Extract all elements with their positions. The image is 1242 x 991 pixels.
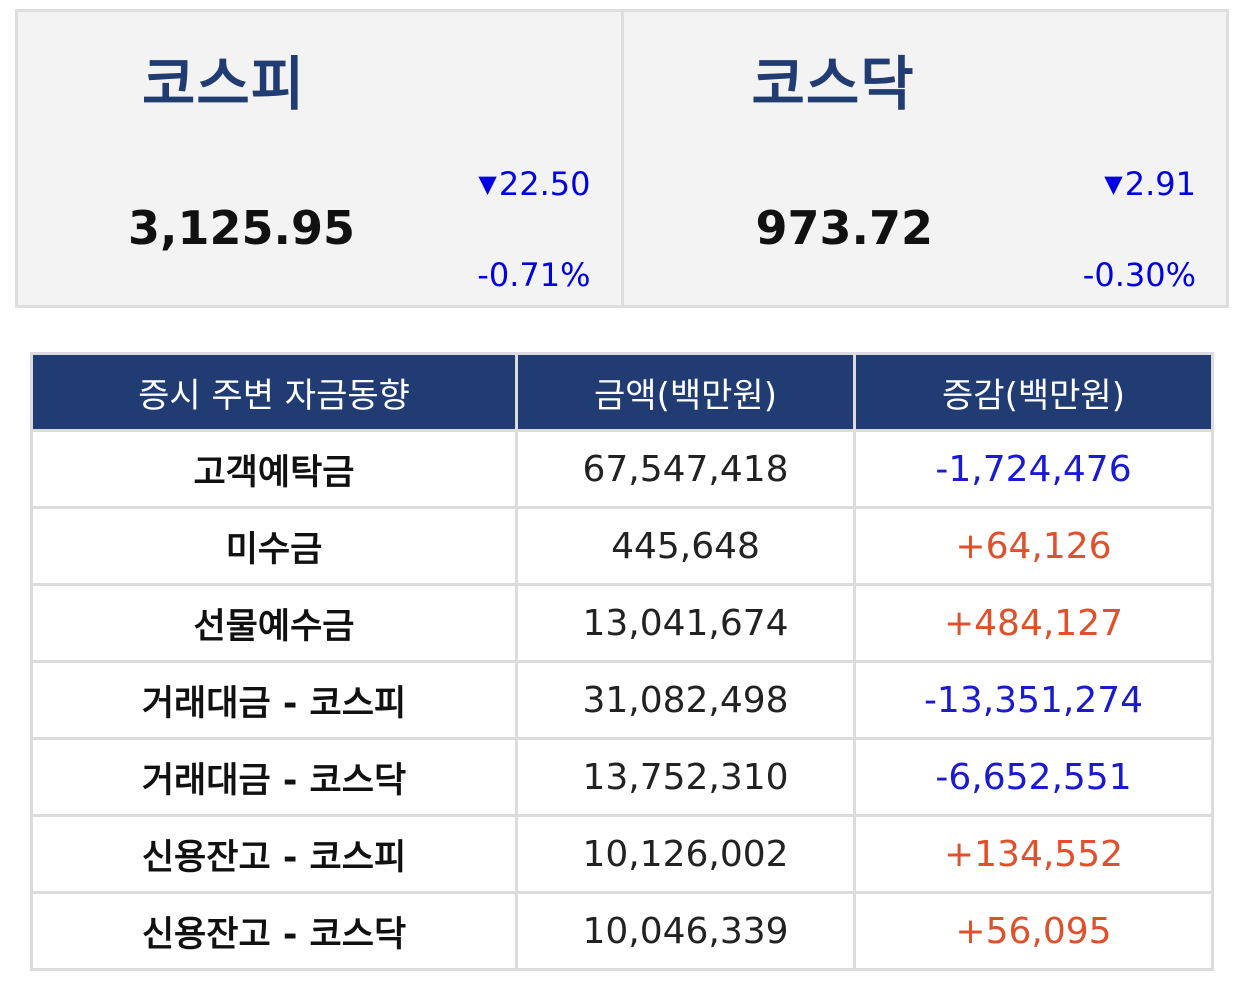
row-change: +64,126 [853, 506, 1214, 586]
kospi-change-value: 22.50 [498, 165, 591, 203]
kospi-value: 3,125.95 [128, 201, 355, 255]
market-index-summary: 코스피 3,125.95 ▼22.50 -0.71% 코스닥 973.72 ▼2… [15, 9, 1229, 308]
row-label: 신용잔고 - 코스피 [30, 814, 518, 894]
table-row: 선물예수금 13,041,674 +484,127 [30, 583, 1214, 663]
row-change: -6,652,551 [853, 737, 1214, 817]
row-change: +484,127 [853, 583, 1214, 663]
header-change: 증감(백만원) [853, 352, 1214, 432]
kospi-change-pct: -0.71% [477, 256, 591, 294]
kosdaq-panel: 코스닥 973.72 ▼2.91 -0.30% [620, 12, 1227, 305]
row-change: +134,552 [853, 814, 1214, 894]
row-amount: 13,041,674 [515, 583, 856, 663]
kospi-change: ▼22.50 [478, 164, 590, 204]
triangle-down-icon: ▼ [478, 170, 497, 198]
row-label: 선물예수금 [30, 583, 518, 663]
table-row: 거래대금 - 코스피 31,082,498 -13,351,274 [30, 660, 1214, 740]
row-amount: 13,752,310 [515, 737, 856, 817]
row-change: -1,724,476 [853, 429, 1214, 509]
row-amount: 31,082,498 [515, 660, 856, 740]
header-amount: 금액(백만원) [515, 352, 856, 432]
row-amount: 67,547,418 [515, 429, 856, 509]
kosdaq-change: ▼2.91 [1104, 164, 1196, 204]
kosdaq-change-pct: -0.30% [1082, 256, 1196, 294]
row-amount: 445,648 [515, 506, 856, 586]
row-amount: 10,046,339 [515, 891, 856, 971]
table-row: 미수금 445,648 +64,126 [30, 506, 1214, 586]
row-change: -13,351,274 [853, 660, 1214, 740]
kosdaq-value: 973.72 [755, 201, 934, 255]
kosdaq-name: 코스닥 [751, 50, 915, 118]
row-label: 신용잔고 - 코스닥 [30, 891, 518, 971]
row-label: 거래대금 - 코스닥 [30, 737, 518, 817]
row-label: 고객예탁금 [30, 429, 518, 509]
header-category: 증시 주변 자금동향 [30, 352, 518, 432]
row-label: 거래대금 - 코스피 [30, 660, 518, 740]
row-amount: 10,126,002 [515, 814, 856, 894]
kosdaq-change-value: 2.91 [1124, 165, 1196, 203]
table-row: 신용잔고 - 코스피 10,126,002 +134,552 [30, 814, 1214, 894]
row-change: +56,095 [853, 891, 1214, 971]
table-row: 고객예탁금 67,547,418 -1,724,476 [30, 429, 1214, 509]
kospi-panel: 코스피 3,125.95 ▼22.50 -0.71% [18, 12, 621, 305]
kospi-name: 코스피 [142, 50, 306, 118]
table-row: 신용잔고 - 코스닥 10,046,339 +56,095 [30, 891, 1214, 971]
table-header-row: 증시 주변 자금동향 금액(백만원) 증감(백만원) [30, 352, 1214, 432]
row-label: 미수금 [30, 506, 518, 586]
table-row: 거래대금 - 코스닥 13,752,310 -6,652,551 [30, 737, 1214, 817]
triangle-down-icon: ▼ [1104, 170, 1123, 198]
fund-flow-table: 증시 주변 자금동향 금액(백만원) 증감(백만원) 고객예탁금 67,547,… [30, 352, 1214, 971]
